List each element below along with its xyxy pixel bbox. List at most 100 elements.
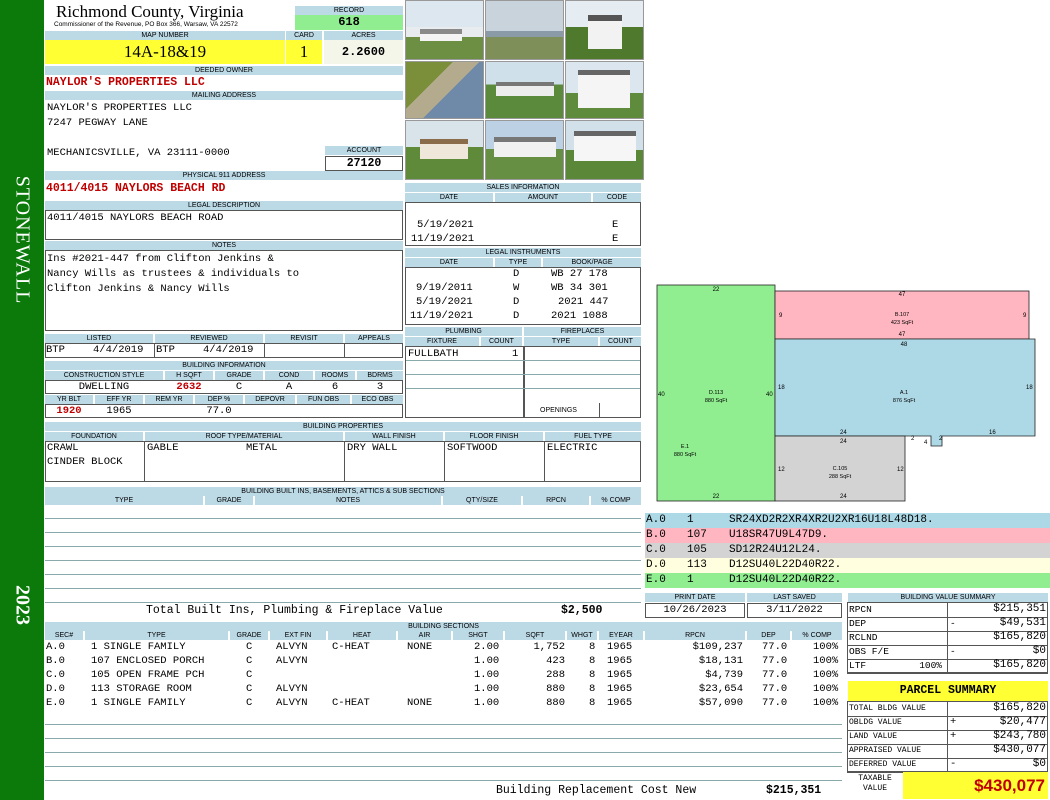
mailing-line-1: NAYLOR'S PROPERTIES LLC bbox=[47, 102, 192, 114]
section-cell: 107 ENCLOSED PORCH bbox=[91, 655, 205, 667]
property-photo bbox=[565, 120, 644, 180]
sketch-dim: 47 bbox=[899, 292, 906, 298]
notes-line: Clifton Jenkins & Nancy Wills bbox=[47, 283, 230, 295]
inst-book: 2021 447 bbox=[558, 296, 609, 308]
section-cell: 77.0 bbox=[762, 655, 788, 667]
sec-col: EYEAR bbox=[599, 631, 643, 640]
sec-col: TYPE bbox=[85, 631, 228, 640]
bdrms-value: 3 bbox=[376, 381, 384, 393]
section-cell: 1.00 bbox=[474, 669, 500, 681]
acres-value: 2.2600 bbox=[324, 40, 403, 64]
bp-col-roof: ROOF TYPE/MATERIAL bbox=[145, 432, 343, 441]
builtins-total-label: Total Built Ins, Plumbing & Fireplace Va… bbox=[146, 604, 443, 617]
plumb-col-fixture: FIXTURE bbox=[405, 337, 479, 346]
section-cell: C bbox=[246, 655, 253, 667]
physical-address-header: PHYSICAL 911 ADDRESS bbox=[45, 171, 403, 180]
bi2-col-funobs: FUN OBS bbox=[297, 395, 350, 404]
section-cell: 880 bbox=[546, 683, 565, 695]
section-cell: 100% bbox=[813, 683, 839, 695]
property-photo bbox=[485, 61, 564, 119]
account-number: 27120 bbox=[325, 156, 403, 171]
section-cell: 288 bbox=[546, 669, 565, 681]
section-cell: 8 bbox=[589, 641, 596, 653]
bvs-cell: DEP bbox=[849, 618, 867, 629]
physical-address: 4011/4015 NAYLORS BEACH RD bbox=[46, 182, 226, 195]
record-number: 618 bbox=[295, 15, 403, 30]
sec-col: AIR bbox=[398, 631, 451, 640]
section-cell: 1 SINGLE FAMILY bbox=[91, 697, 186, 709]
section-cell: 1 SINGLE FAMILY bbox=[91, 641, 186, 653]
section-cell: $4,739 bbox=[705, 669, 743, 681]
row-line bbox=[847, 673, 1048, 674]
openings-label: OPENINGS bbox=[540, 407, 577, 414]
sketch-area: 880 SqFt bbox=[705, 398, 728, 404]
inst-col-book: BOOK/PAGE bbox=[543, 258, 641, 267]
section-cell: $109,237 bbox=[692, 641, 743, 653]
plumbing-fixture: FULLBATH bbox=[408, 348, 459, 360]
section-cell: 77.0 bbox=[762, 669, 788, 681]
deeded-owner-header: DEEDED OWNER bbox=[45, 66, 403, 75]
inst-book: WB 27 178 bbox=[551, 268, 608, 280]
legend-row: D.0 113 D12SU40L22D40R22. bbox=[645, 558, 1050, 573]
bvs-cell: $165,820 bbox=[993, 631, 1046, 643]
sec-col: HEAT bbox=[328, 631, 396, 640]
bvs-cell: $165,820 bbox=[993, 659, 1046, 671]
sketch-area-id: E.1 bbox=[681, 444, 689, 450]
section-cell: 1,752 bbox=[533, 641, 565, 653]
section-cell: 1965 bbox=[607, 669, 633, 681]
sale-date: 11/19/2021 bbox=[411, 233, 475, 245]
sketch-area: 880 SqFt bbox=[674, 452, 697, 458]
inst-col-date: DATE bbox=[405, 258, 493, 267]
sec-col: GRADE bbox=[230, 631, 268, 640]
county-title: Richmond County, Virginia bbox=[56, 2, 244, 21]
bt-col-rpcn: RPCN bbox=[523, 496, 589, 505]
plumbing-count: 1 bbox=[512, 348, 519, 360]
row-line bbox=[45, 602, 641, 603]
bi-col-hsqft: H SQFT bbox=[165, 371, 213, 380]
sketch-dim: 22 bbox=[713, 287, 720, 293]
building-properties-header: BUILDING PROPERTIES bbox=[45, 422, 641, 431]
bi-col-rooms: ROOMS bbox=[315, 371, 355, 380]
row-line bbox=[45, 518, 641, 519]
bvs-cell: $0 bbox=[1032, 645, 1046, 657]
bvs-cell: OBS F/E bbox=[849, 646, 889, 657]
sec-col: SQFT bbox=[505, 631, 565, 640]
sketch-area: 423 SqFt bbox=[891, 320, 914, 326]
section-cell: C-HEAT bbox=[332, 697, 370, 709]
section-cell: $23,654 bbox=[698, 683, 743, 695]
card-number: 1 bbox=[286, 40, 322, 64]
legal-description-header: LEGAL DESCRIPTION bbox=[45, 201, 403, 210]
bi2-col-effyr: EFF YR bbox=[95, 395, 143, 404]
section-cell: B.0 bbox=[46, 655, 65, 667]
sec-col: DEP bbox=[747, 631, 790, 640]
section-cell: 1.00 bbox=[474, 683, 500, 695]
sketch-area-id: A.1 bbox=[900, 390, 908, 396]
notes-header: NOTES bbox=[45, 241, 403, 250]
bi2-col-depovr: DEPOVR bbox=[245, 395, 295, 404]
floor-finish: SOFTWOOD bbox=[447, 442, 498, 454]
last-saved-date: 3/11/2022 bbox=[747, 603, 842, 618]
district-label: STONEWALL bbox=[11, 175, 34, 305]
property-photo bbox=[565, 61, 644, 119]
section-cell: $57,090 bbox=[698, 697, 743, 709]
bt-col-type: TYPE bbox=[45, 496, 203, 505]
appeals-header: APPEALS bbox=[345, 334, 403, 343]
instruments-header: LEGAL INSTRUMENTS bbox=[405, 248, 641, 257]
section-cell: D.0 bbox=[46, 683, 65, 695]
row-line bbox=[45, 546, 641, 547]
map-number-header: MAP NUMBER bbox=[45, 31, 285, 40]
side-bar bbox=[0, 0, 44, 800]
row-line bbox=[45, 780, 842, 781]
mailing-address-header: MAILING ADDRESS bbox=[45, 91, 403, 100]
divider bbox=[154, 343, 155, 358]
row-line bbox=[406, 374, 640, 375]
construction-style: DWELLING bbox=[78, 381, 130, 393]
inst-type: D bbox=[513, 268, 520, 280]
bt-col-qty: QTY/SIZE bbox=[443, 496, 521, 505]
sketch-dim: 12 bbox=[897, 467, 904, 473]
inst-type: W bbox=[513, 282, 520, 294]
property-photo bbox=[405, 120, 484, 180]
sketch-area: 876 SqFt bbox=[893, 398, 916, 404]
section-cell: NONE bbox=[407, 641, 433, 653]
revisit-header: REVISIT bbox=[265, 334, 343, 343]
